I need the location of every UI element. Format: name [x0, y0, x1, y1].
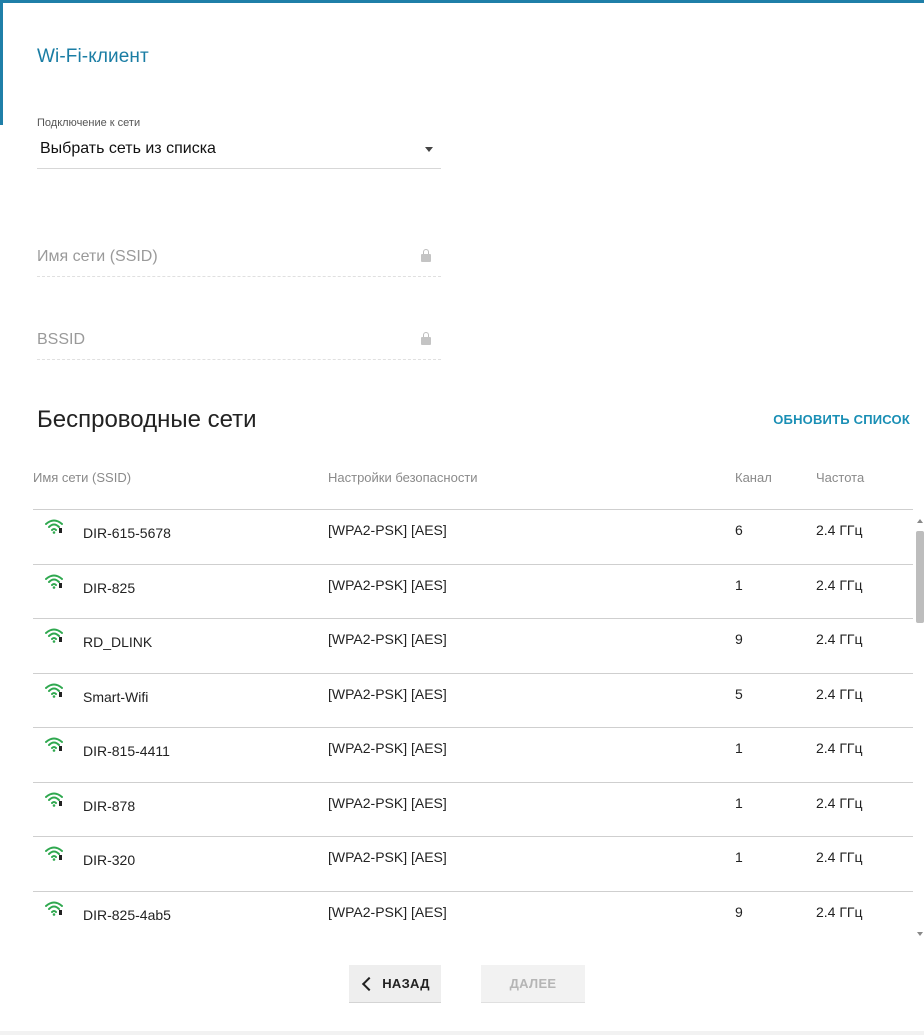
row-frequency: 2.4 ГГц: [816, 849, 863, 865]
row-channel: 9: [735, 631, 743, 647]
row-ssid: DIR-320: [83, 852, 136, 868]
networks-table: DIR-615-5678 [WPA2-PSK] [AES] 6 2.4 ГГц DIR-…: [33, 509, 913, 942]
refresh-list-button[interactable]: ОБНОВИТЬ СПИСОК: [773, 412, 910, 427]
row-security: [WPA2-PSK] [AES]: [328, 740, 447, 756]
column-frequency[interactable]: Частота: [816, 470, 864, 485]
row-ssid: Smart-Wifi: [83, 688, 149, 705]
wifi-signal-icon: [45, 845, 63, 861]
table-row[interactable]: DIR-615-5678 [WPA2-PSK] [AES] 6 2.4 ГГц: [33, 510, 913, 565]
row-channel: 1: [735, 849, 743, 865]
row-channel: 1: [735, 576, 743, 593]
row-ssid: DIR-878: [83, 797, 136, 814]
chevron-down-icon: [425, 147, 433, 152]
table-row[interactable]: DIR-878 [WPA2-PSK] [AES] 1 2.4 ГГц: [33, 783, 913, 837]
ssid-input: Имя сети (SSID): [37, 237, 441, 277]
next-button[interactable]: ДАЛЕЕ: [481, 965, 585, 1003]
row-ssid: RD_DLINK: [83, 634, 153, 650]
column-ssid[interactable]: Имя сети (SSID): [33, 470, 131, 485]
table-scrollbar[interactable]: [916, 509, 924, 942]
wifi-signal-icon: [45, 518, 63, 534]
row-security: [WPA2-PSK] [AES]: [328, 576, 447, 593]
scroll-down-arrow-icon[interactable]: [917, 932, 923, 936]
row-frequency: 2.4 ГГц: [816, 576, 863, 593]
row-frequency: 2.4 ГГц: [816, 685, 863, 702]
row-frequency: 2.4 ГГц: [816, 631, 863, 647]
connection-value: Выбрать сеть из списка: [40, 139, 216, 157]
row-ssid: DIR-615-5678: [83, 525, 171, 541]
back-button[interactable]: НАЗАД: [349, 965, 441, 1003]
row-security: [WPA2-PSK] [AES]: [328, 849, 447, 865]
row-channel: 6: [735, 522, 743, 538]
row-security: [WPA2-PSK] [AES]: [328, 631, 447, 647]
chevron-left-icon: [362, 976, 377, 991]
connection-select-box[interactable]: Выбрать сеть из списка: [37, 129, 441, 169]
left-accent-border: [0, 0, 3, 125]
table-row[interactable]: DIR-320 [WPA2-PSK] [AES] 1 2.4 ГГц: [33, 837, 913, 892]
column-security[interactable]: Настройки безопасности: [328, 470, 478, 485]
table-row[interactable]: RD_DLINK [WPA2-PSK] [AES] 9 2.4 ГГц: [33, 619, 913, 674]
row-ssid: DIR-825-4ab5: [83, 906, 171, 923]
row-security: [WPA2-PSK] [AES]: [328, 794, 447, 811]
wifi-signal-icon: [45, 791, 63, 807]
bssid-placeholder: BSSID: [37, 330, 86, 348]
row-frequency: 2.4 ГГц: [816, 903, 863, 920]
row-security: [WPA2-PSK] [AES]: [328, 522, 447, 538]
back-button-label: НАЗАД: [382, 976, 430, 991]
scroll-thumb[interactable]: [916, 531, 924, 623]
wifi-signal-icon: [45, 682, 63, 698]
connection-label: Подключение к сети: [37, 117, 141, 129]
row-frequency: 2.4 ГГц: [816, 522, 863, 538]
row-ssid: DIR-825: [83, 579, 136, 596]
table-row[interactable]: DIR-815-4411 [WPA2-PSK] [AES] 1 2.4 ГГц: [33, 728, 913, 783]
row-frequency: 2.4 ГГц: [816, 740, 863, 756]
wifi-signal-icon: [45, 900, 63, 916]
lock-icon: [421, 249, 431, 263]
ssid-placeholder: Имя сети (SSID): [37, 247, 158, 265]
connection-select[interactable]: Подключение к сети Выбрать сеть из списк…: [37, 117, 441, 169]
row-security: [WPA2-PSK] [AES]: [328, 903, 447, 920]
table-row[interactable]: DIR-825-4ab5 [WPA2-PSK] [AES] 9 2.4 ГГц: [33, 892, 913, 943]
wifi-signal-icon: [45, 573, 63, 589]
top-accent-border: [0, 0, 924, 3]
lock-icon: [421, 332, 431, 346]
wifi-signal-icon: [45, 627, 63, 643]
row-channel: 1: [735, 740, 743, 756]
footer-border: [0, 1031, 924, 1035]
next-button-label: ДАЛЕЕ: [509, 976, 557, 991]
scroll-up-arrow-icon[interactable]: [917, 519, 923, 523]
table-header: Имя сети (SSID) Настройки безопасности К…: [33, 470, 913, 490]
ssid-field: Имя сети (SSID): [37, 237, 441, 277]
wireless-networks-title: Беспроводные сети: [37, 406, 257, 433]
table-row[interactable]: DIR-825 [WPA2-PSK] [AES] 1 2.4 ГГц: [33, 565, 913, 619]
row-channel: 5: [735, 685, 743, 702]
row-channel: 1: [735, 794, 743, 811]
row-ssid: DIR-815-4411: [83, 743, 170, 759]
page-title: Wi-Fi-клиент: [37, 46, 149, 67]
column-channel[interactable]: Канал: [735, 470, 772, 485]
table-row[interactable]: Smart-Wifi [WPA2-PSK] [AES] 5 2.4 ГГц: [33, 674, 913, 728]
bssid-field: BSSID: [37, 320, 441, 360]
wifi-signal-icon: [45, 736, 63, 752]
row-frequency: 2.4 ГГц: [816, 794, 863, 811]
row-channel: 9: [735, 903, 743, 920]
bssid-input: BSSID: [37, 320, 441, 360]
row-security: [WPA2-PSK] [AES]: [328, 685, 447, 702]
